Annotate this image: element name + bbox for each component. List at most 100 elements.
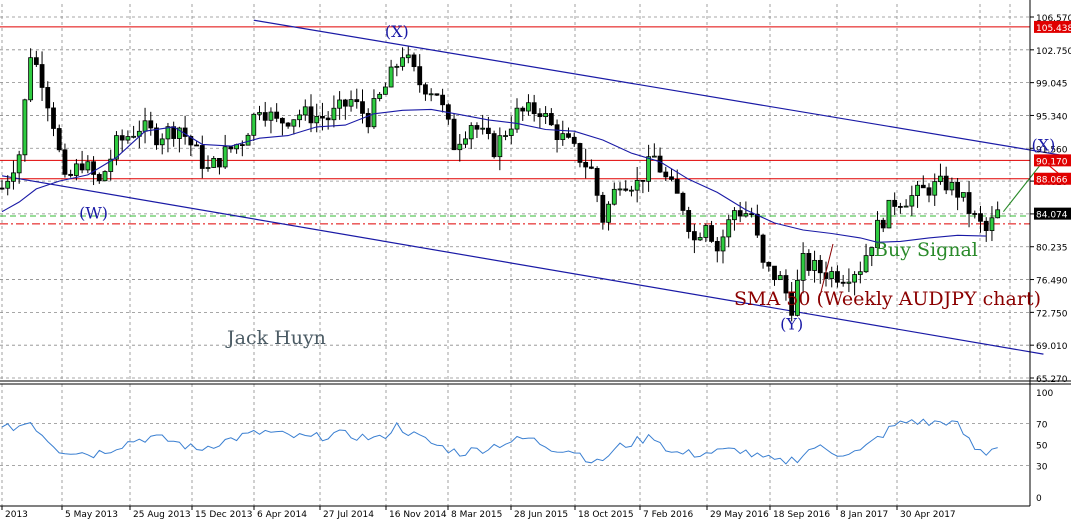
wave-label: (X) [1032, 135, 1056, 154]
candle-body [51, 107, 56, 129]
candle-body [955, 181, 961, 198]
x-tick-label: 16 Nov 2014 [389, 510, 447, 520]
candle-body [131, 135, 137, 138]
candle-body [5, 180, 11, 189]
rsi-tick-label: 30 [1036, 463, 1048, 473]
candle-body [520, 107, 526, 112]
candle-body [588, 166, 594, 169]
y-tick-label: 76.490 [1036, 277, 1068, 287]
candle-body [217, 157, 222, 168]
candle-body [245, 134, 251, 146]
candle-body [829, 271, 835, 279]
candle-body [33, 57, 39, 65]
x-tick-label: 30 Apr 2017 [900, 510, 956, 520]
candle-body [577, 143, 583, 163]
candle-body [22, 99, 28, 156]
candle-body [68, 173, 74, 176]
x-tick-label: 28 Jun 2015 [514, 510, 568, 520]
candle-body [806, 252, 812, 271]
candle-body [909, 195, 915, 207]
candle-body [897, 206, 903, 208]
candle-body [56, 128, 62, 151]
candle-body [348, 99, 354, 107]
candle-body [766, 261, 772, 267]
candle-body [463, 138, 468, 145]
candle-body [497, 135, 503, 158]
candle-body [817, 259, 823, 274]
candle-body [274, 111, 280, 119]
candle-body [852, 274, 858, 283]
candle-body [903, 205, 909, 208]
candle-body [714, 240, 720, 252]
wave-label: (X) [385, 22, 409, 41]
candle-body [291, 119, 297, 127]
candle-body [39, 64, 45, 88]
candle-body [331, 107, 337, 121]
candle-body [606, 203, 611, 223]
x-tick-label: 5 May 2013 [65, 510, 118, 520]
y-tick-label: 80.235 [1036, 244, 1068, 254]
candle-body [926, 187, 932, 196]
candle-body [377, 93, 383, 99]
candle-body [423, 84, 428, 95]
candle-body [932, 181, 938, 196]
candle-body [651, 155, 657, 158]
candle-body [159, 138, 165, 146]
candle-body [320, 116, 325, 119]
candle-body [268, 111, 274, 121]
y-tick-label: 65.270 [1036, 375, 1068, 385]
candle-body [857, 271, 863, 275]
price-tag-label: 84.074 [1036, 211, 1068, 221]
wave-label: (Y) [780, 315, 803, 334]
candle-body [743, 213, 749, 217]
candle-body [354, 99, 360, 103]
candle-body [611, 188, 617, 205]
sma50-label: SMA 50 (Weekly AUDJPY chart) [734, 288, 1041, 310]
candle-body [279, 117, 285, 124]
candle-body [583, 161, 589, 168]
candle-body [148, 120, 154, 129]
candle-body [239, 144, 245, 146]
candle-body [800, 252, 806, 281]
candle-body [194, 144, 199, 147]
candle-body [960, 192, 966, 198]
x-tick-label: 15 Dec 2013 [195, 510, 253, 520]
candle-body [646, 156, 652, 182]
candle-body [915, 184, 920, 196]
candle-body [382, 86, 388, 95]
candle-body [314, 116, 320, 124]
candle-body [11, 172, 16, 182]
author-watermark: Jack Huyn [225, 327, 326, 349]
candle-body [983, 220, 989, 231]
candle-body [663, 171, 669, 178]
candle-body [16, 154, 22, 174]
candle-body [125, 136, 131, 141]
candle-body [480, 127, 486, 130]
candle-body [228, 146, 234, 150]
candle-body [508, 128, 514, 136]
candle-body [251, 113, 257, 136]
x-tick-label: 18 Sep 2016 [773, 510, 830, 520]
candle-body [205, 167, 211, 169]
candle-body [337, 99, 343, 109]
candle-body [674, 179, 680, 194]
candle-body [669, 176, 674, 180]
candle-body [760, 234, 766, 263]
candle-body [468, 125, 474, 140]
candle-body [28, 57, 34, 101]
candle-body [697, 237, 703, 241]
candle-body [440, 94, 446, 106]
candle-body [938, 175, 943, 183]
candle-body [754, 213, 760, 236]
price-tag-label: 90.170 [1036, 157, 1068, 167]
candle-body [835, 271, 840, 283]
candle-body [302, 106, 308, 116]
candle-body [394, 65, 400, 68]
candle-body [989, 217, 995, 231]
candle-body [640, 180, 646, 182]
candle-body [171, 126, 177, 139]
candle-body [457, 143, 463, 151]
rsi-tick-label: 70 [1036, 421, 1048, 431]
candle-body [571, 136, 577, 144]
candle-body [995, 209, 1001, 219]
